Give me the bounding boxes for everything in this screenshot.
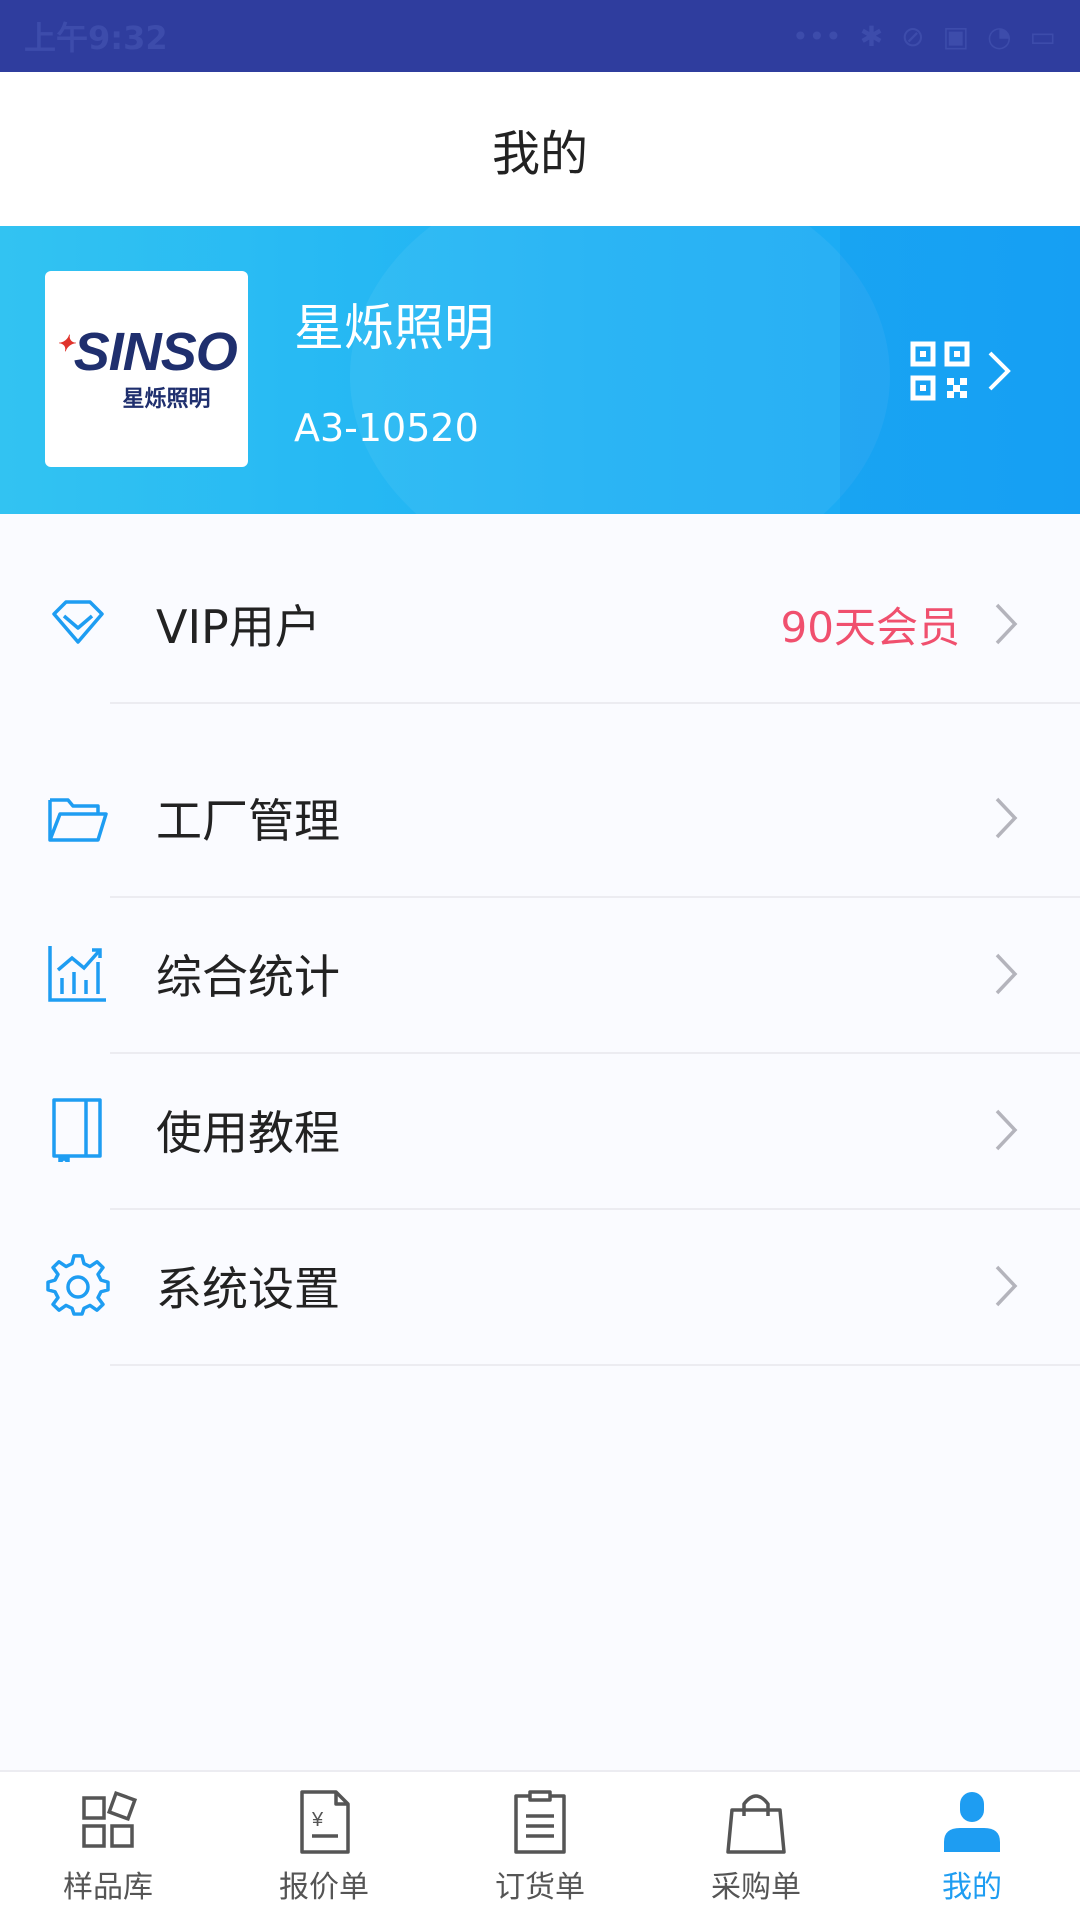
chevron-right-icon (988, 351, 1011, 391)
menu-item-label: VIP用户 (156, 600, 321, 654)
logo-text: SINSO (73, 322, 238, 382)
user-icon (944, 1792, 1000, 1852)
nav-label: 订货单 (495, 1870, 585, 1905)
logo-wordmark: ✦SINSO (56, 322, 238, 382)
nav-item-sample-library[interactable]: 样品库 (0, 1772, 216, 1922)
status-bar: 上午9:32 ••• ✱ ⊘ ▣ ◔ ▭ (0, 0, 1080, 72)
grid-icon (82, 1790, 138, 1848)
menu-item-vip[interactable]: VIP用户 90天会员 (0, 546, 1080, 702)
chevron-right-icon (995, 1109, 1018, 1151)
diamond-icon (52, 600, 104, 644)
quote-doc-icon: ¥ (300, 1790, 350, 1854)
company-code: A3-10520 (294, 406, 479, 450)
chart-icon (48, 946, 106, 1002)
menu-item-label: 系统设置 (156, 1262, 340, 1316)
chevron-right-icon (995, 1265, 1018, 1307)
company-name: 星烁照明 (294, 299, 494, 357)
menu-item-statistics[interactable]: 综合统计 (0, 896, 1080, 1052)
clipboard-icon (514, 1790, 566, 1854)
nav-item-quotation[interactable]: ¥ 报价单 (216, 1772, 432, 1922)
vip-membership-value: 90天会员 (780, 602, 960, 652)
header: 我的 (0, 72, 1080, 226)
company-logo: ✦SINSO 星烁照明 (45, 271, 248, 467)
bottom-nav: 样品库 ¥ 报价单 订货单 采购单 我的 (0, 1770, 1080, 1922)
shopping-bag-icon (726, 1794, 786, 1854)
menu-item-tutorial[interactable]: 使用教程 (0, 1052, 1080, 1208)
menu-item-label: 工厂管理 (156, 794, 340, 848)
nav-label: 我的 (942, 1870, 1002, 1905)
menu-item-label: 使用教程 (156, 1106, 340, 1160)
logo-subtitle: 星烁照明 (122, 387, 211, 412)
menu-item-settings[interactable]: 系统设置 (0, 1208, 1080, 1364)
page-title: 我的 (491, 126, 588, 182)
nav-item-purchase[interactable]: 采购单 (648, 1772, 864, 1922)
gear-icon (46, 1254, 110, 1316)
qr-code-icon (910, 341, 970, 401)
logo-star-icon: ✦ (56, 331, 74, 356)
book-icon (52, 1098, 102, 1162)
status-time: 上午9:32 (24, 19, 168, 57)
more-dots-icon: ••• (792, 19, 842, 53)
nav-label: 样品库 (63, 1870, 153, 1905)
chevron-right-icon (995, 953, 1018, 995)
menu-item-factory[interactable]: 工厂管理 (0, 740, 1080, 896)
banner-decoration (350, 226, 890, 514)
status-icons: ••• ✱ ⊘ ▣ ◔ ▭ (792, 20, 1056, 53)
battery-icon: ▭ (1029, 19, 1056, 53)
chevron-right-icon (995, 603, 1018, 645)
profile-banner[interactable]: ✦SINSO 星烁照明 星烁照明 A3-10520 (0, 226, 1080, 514)
nav-item-mine[interactable]: 我的 (864, 1772, 1080, 1922)
divider (110, 1364, 1080, 1366)
nav-label: 采购单 (711, 1870, 801, 1905)
bluetooth-icon: ✱ (859, 19, 884, 53)
qr-code-button[interactable] (910, 336, 1030, 406)
nav-label: 报价单 (279, 1870, 369, 1905)
folder-icon (48, 798, 108, 842)
chevron-right-icon (995, 797, 1018, 839)
svg-text:¥: ¥ (311, 1809, 324, 1831)
menu-item-label: 综合统计 (156, 950, 340, 1004)
sim-icon: ▣ (942, 19, 970, 53)
mute-icon: ⊘ (901, 19, 925, 53)
divider (110, 702, 1080, 704)
wifi-icon: ◔ (987, 19, 1012, 53)
nav-item-order[interactable]: 订货单 (432, 1772, 648, 1922)
